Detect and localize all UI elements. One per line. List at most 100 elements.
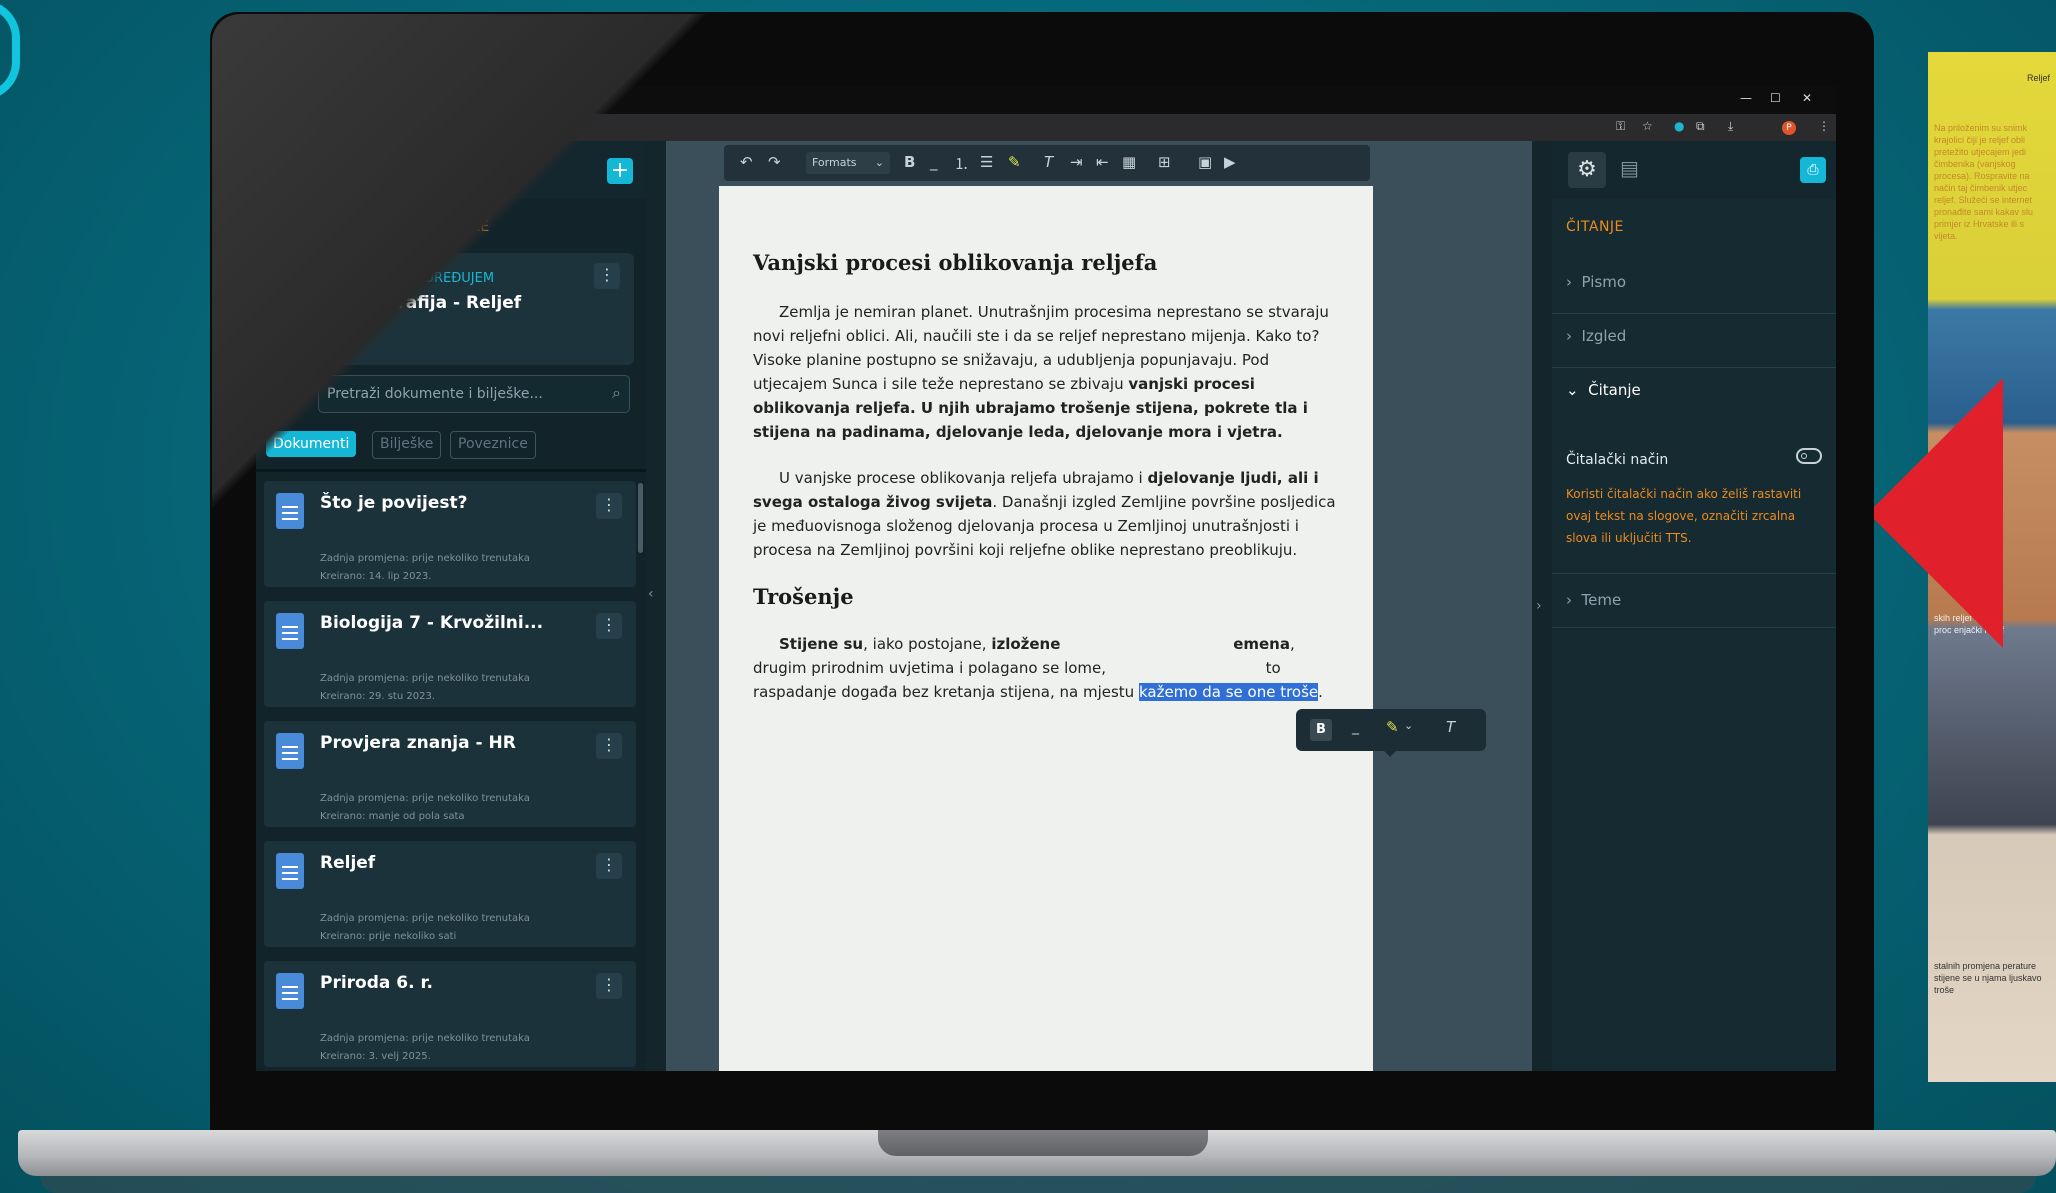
left-toolbar: ☰ ▯▯ ▤ ⚇ ◉ +	[256, 141, 646, 199]
book-icon[interactable]: ▯▯	[308, 155, 338, 185]
profile-icon[interactable]: ◉	[428, 155, 458, 185]
text-run: U vanjske procese oblikovanja reljefa ub…	[779, 469, 1148, 487]
photo-caption-bottom: stalnih promjena perature stijene se u n…	[1934, 961, 2042, 995]
back-button[interactable]: ←	[266, 119, 276, 133]
section-themes[interactable]: › Teme	[1566, 591, 1836, 609]
forward-button[interactable]: →	[290, 119, 300, 133]
groups-icon[interactable]: ⚇	[388, 155, 418, 185]
more-icon[interactable]: ⋮	[596, 733, 622, 759]
new-tab-button[interactable]: +	[488, 90, 500, 106]
clear-format-icon[interactable]: T	[1044, 153, 1053, 171]
document-icon	[276, 973, 304, 1009]
extensions-puzzle-icon[interactable]: ⧉	[1696, 119, 1705, 134]
tab-links[interactable]: Poveznice	[450, 431, 536, 459]
documents-icon[interactable]: ▤	[348, 155, 378, 185]
photo-label: Reljef	[2026, 73, 2050, 83]
document-icon	[276, 613, 304, 649]
paragraph-1: Zemlja je nemiran planet. Unutrašnjim pr…	[753, 300, 1337, 444]
collapse-left-icon[interactable]: ‹	[648, 586, 654, 602]
profile-avatar[interactable]: P	[1782, 121, 1796, 135]
new-document-button[interactable]: +	[607, 158, 633, 184]
list-item[interactable]: Biologija 7 - Krvožilni... ⋮ Zadnja prom…	[264, 601, 636, 707]
password-key-icon[interactable]: ⚿	[1616, 119, 1625, 134]
tab-documents[interactable]: Dokumenti	[266, 431, 357, 457]
site-info-icon[interactable]: ⚙	[340, 121, 349, 132]
section-appearance[interactable]: › Izgled	[1566, 327, 1836, 345]
selected-text[interactable]: kažemo da se one troše	[1138, 683, 1319, 701]
highlight-icon[interactable]: ✎	[1008, 153, 1021, 171]
divider	[1552, 627, 1836, 628]
more-icon[interactable]: ⋮	[596, 973, 622, 999]
layout-icon[interactable]: ⊞	[1158, 153, 1171, 171]
extension-icon[interactable]: ●	[1674, 119, 1684, 133]
indent-icon[interactable]: ⇥	[1070, 153, 1083, 171]
library-icon[interactable]: ☰	[268, 155, 298, 185]
search-input[interactable]: Pretraži dokumente i bilješke... ⌕	[318, 375, 630, 413]
table-icon[interactable]: ▦	[1122, 153, 1136, 171]
collapse-right-icon[interactable]: ›	[1536, 598, 1542, 614]
bookmark-star-icon[interactable]: ☆	[1642, 119, 1653, 133]
list-item[interactable]: Priroda 6. r. ⋮ Zadnja promjena: prije n…	[264, 961, 636, 1067]
right-gutter	[1532, 141, 1552, 1071]
close-window-button[interactable]: ✕	[1802, 91, 1812, 105]
underline-icon[interactable]: _	[1352, 719, 1359, 735]
minimize-button[interactable]: —	[1740, 91, 1752, 105]
print-button[interactable]: ⎙	[1800, 157, 1826, 183]
numbered-list-icon[interactable]: ⒈	[954, 153, 969, 174]
panel-heading: MOJI DOKUMENTI I BILJEŠKE	[282, 219, 490, 235]
section-reading[interactable]: ⌄ Čitanje	[1566, 381, 1836, 399]
highlight-icon[interactable]: ✎	[1386, 718, 1399, 736]
list-item[interactable]: Provjera znanja - HR ⋮ Zadnja promjena: …	[264, 721, 636, 827]
image-icon[interactable]: ▣	[1198, 153, 1212, 171]
outdent-icon[interactable]: ⇤	[1096, 153, 1109, 171]
chevron-down-icon: ⌄	[874, 156, 884, 169]
bold-button[interactable]: B	[1310, 719, 1332, 741]
section-font[interactable]: › Pismo	[1566, 273, 1836, 291]
tab-search-button[interactable]: ⌄	[264, 91, 284, 109]
more-icon[interactable]: ⋮	[596, 613, 622, 639]
read-aloud-icon[interactable]: ▤	[1620, 156, 1639, 180]
browser-menu-icon[interactable]: ⋮	[1818, 119, 1830, 133]
modified-text: Zadnja promjena: prije nekoliko trenutak…	[320, 793, 530, 804]
reload-button[interactable]: ↻	[314, 119, 324, 133]
browser-tab[interactable]: L Lexie ✕	[290, 90, 472, 114]
scrollbar[interactable]	[638, 483, 643, 553]
formats-select[interactable]: Formats ⌄	[806, 152, 890, 174]
bold-icon[interactable]: B	[904, 153, 915, 171]
photo-note: Na priloženim su snimk krajolici čiji je…	[1934, 123, 2034, 241]
editor-toolbar: ↶ ↷ Formats ⌄ B _ ⒈ ☰ ✎ T ⇥ ⇤ ▦ ⊞ ▣ ▶	[724, 145, 1370, 181]
list-item[interactable]: Što je povijest? ⋮ Zadnja promjena: prij…	[264, 481, 636, 587]
current-document-card[interactable]: TRENUTNO UREĐUJEM Geografija - Reljef ⋮	[268, 253, 634, 365]
url-field[interactable]: lexie.omoguru.com	[374, 121, 458, 132]
media-icon[interactable]: ▶	[1224, 153, 1236, 171]
document-page[interactable]: Vanjski procesi oblikovanja reljefa Zeml…	[719, 186, 1373, 1071]
documents-panel: ☰ ▯▯ ▤ ⚇ ◉ + MOJI DOKUMENTI I BILJEŠKE T…	[256, 141, 646, 1071]
laptop-screen: ⌄ L Lexie ✕ + — ☐ ✕ ← → ↻ ⚙ lexie.omogur…	[256, 86, 1836, 1071]
list-item[interactable]: Reljef ⋮ Zadnja promjena: prije nekoliko…	[264, 841, 636, 947]
chevron-down-icon[interactable]: ⌄	[1404, 719, 1413, 732]
sort-icon[interactable]: ⇅	[274, 385, 291, 409]
divider	[256, 469, 646, 472]
document-title: Biologija 7 - Krvožilni...	[320, 613, 544, 633]
inline-format-toolbar: B _ ✎ ⌄ T	[1296, 709, 1486, 751]
search-placeholder: Pretraži dokumente i bilješke...	[327, 386, 543, 402]
reading-mode-toggle[interactable]	[1796, 448, 1822, 464]
more-icon[interactable]: ⋮	[596, 853, 622, 879]
download-icon[interactable]: ⤓	[1728, 119, 1733, 134]
more-icon[interactable]: ⋮	[594, 263, 620, 289]
tab-notes[interactable]: Bilješke	[372, 431, 442, 459]
undo-icon[interactable]: ↶	[740, 153, 753, 171]
clear-format-icon[interactable]: T	[1446, 718, 1455, 736]
tab-close-icon[interactable]: ✕	[455, 94, 464, 107]
search-icon[interactable]: ⌕	[612, 383, 621, 403]
redo-icon[interactable]: ↷	[768, 153, 781, 171]
laptop-shadow	[40, 1176, 2036, 1193]
maximize-button[interactable]: ☐	[1770, 91, 1781, 105]
underline-icon[interactable]: _	[930, 153, 938, 171]
gear-icon[interactable]: ⚙	[1568, 152, 1606, 188]
bullet-list-icon[interactable]: ☰	[980, 153, 993, 171]
section-label: Teme	[1581, 591, 1622, 609]
more-icon[interactable]: ⋮	[596, 493, 622, 519]
created-text: Kreirano: manje od pola sata	[320, 811, 465, 822]
formats-label: Formats	[812, 156, 857, 169]
